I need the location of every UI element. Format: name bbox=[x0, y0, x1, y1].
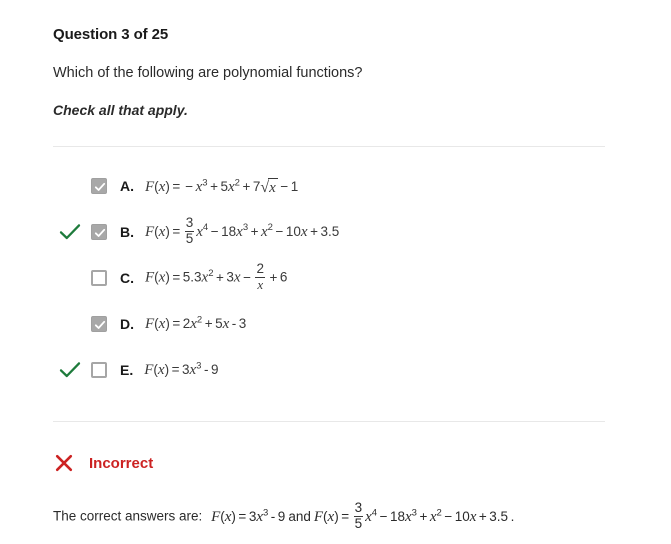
question-page: Question 3 of 25 Which of the following … bbox=[0, 0, 671, 544]
checkbox-b[interactable] bbox=[91, 224, 107, 240]
choice-expression-e: F(x) = 3x3-9 bbox=[144, 360, 219, 378]
page-title: Question 3 of 25 bbox=[53, 26, 169, 43]
choice-expression-d: F(x) = 2x2 +5x -3 bbox=[145, 314, 247, 332]
checkbox-c[interactable] bbox=[91, 270, 107, 286]
choice-list: A. F(x) = − x3 +5x2 +7√x −1 B. F(x) = 3 5 x4−18x3 +… bbox=[53, 147, 618, 393]
correct-answers-line: The correct answers are: F(x) = 3x3-9 and F(… bbox=[53, 500, 618, 532]
choice-expression-b: F(x) = 3 5 x4−18x3 + x2−10x +3.5 bbox=[145, 214, 340, 246]
correct-indicator-b bbox=[55, 223, 85, 241]
choice-row-d[interactable]: D. F(x) = 2x2 +5x -3 bbox=[53, 301, 618, 347]
feedback-label: Incorrect bbox=[89, 454, 154, 472]
choice-letter-b: B. bbox=[120, 224, 134, 240]
choice-row-e[interactable]: E. F(x) = 3x3-9 bbox=[53, 347, 618, 393]
choice-row-a[interactable]: A. F(x) = − x3 +5x2 +7√x −1 bbox=[53, 163, 618, 209]
feedback-banner: Incorrect bbox=[53, 452, 618, 474]
choice-expression-a: F(x) = − x3 +5x2 +7√x −1 bbox=[145, 176, 299, 196]
divider-bottom bbox=[53, 421, 605, 422]
checkbox-a[interactable] bbox=[91, 178, 107, 194]
correct-indicator-e bbox=[55, 361, 85, 379]
choice-row-b[interactable]: B. F(x) = 3 5 x4−18x3 + x2−10x +3.5 bbox=[53, 209, 618, 255]
checkbox-e[interactable] bbox=[91, 362, 107, 378]
answer-conjunction: and bbox=[288, 508, 311, 524]
checkbox-d[interactable] bbox=[91, 316, 107, 332]
answer-terminator: . bbox=[510, 508, 515, 524]
correct-answer-first: F(x) = 3x3-9 bbox=[211, 507, 286, 525]
question-prompt: Which of the following are polynomial fu… bbox=[53, 65, 363, 81]
choice-letter-e: E. bbox=[120, 362, 134, 378]
choice-letter-c: C. bbox=[120, 270, 134, 286]
x-mark-icon bbox=[53, 452, 75, 474]
choice-letter-a: A. bbox=[120, 178, 134, 194]
choice-expression-c: F(x) = 5.3x2 +3x −2 x +6 bbox=[145, 261, 288, 292]
choice-letter-d: D. bbox=[120, 316, 134, 332]
correct-answers-lead: The correct answers are: bbox=[53, 508, 203, 524]
choice-row-c[interactable]: C. F(x) = 5.3x2 +3x −2 x +6 bbox=[53, 255, 618, 301]
correct-answer-second: F(x) = 3 5 x4−18x3 + x2−10x +3.5 bbox=[313, 500, 509, 531]
question-instruction: Check all that apply. bbox=[53, 102, 188, 118]
